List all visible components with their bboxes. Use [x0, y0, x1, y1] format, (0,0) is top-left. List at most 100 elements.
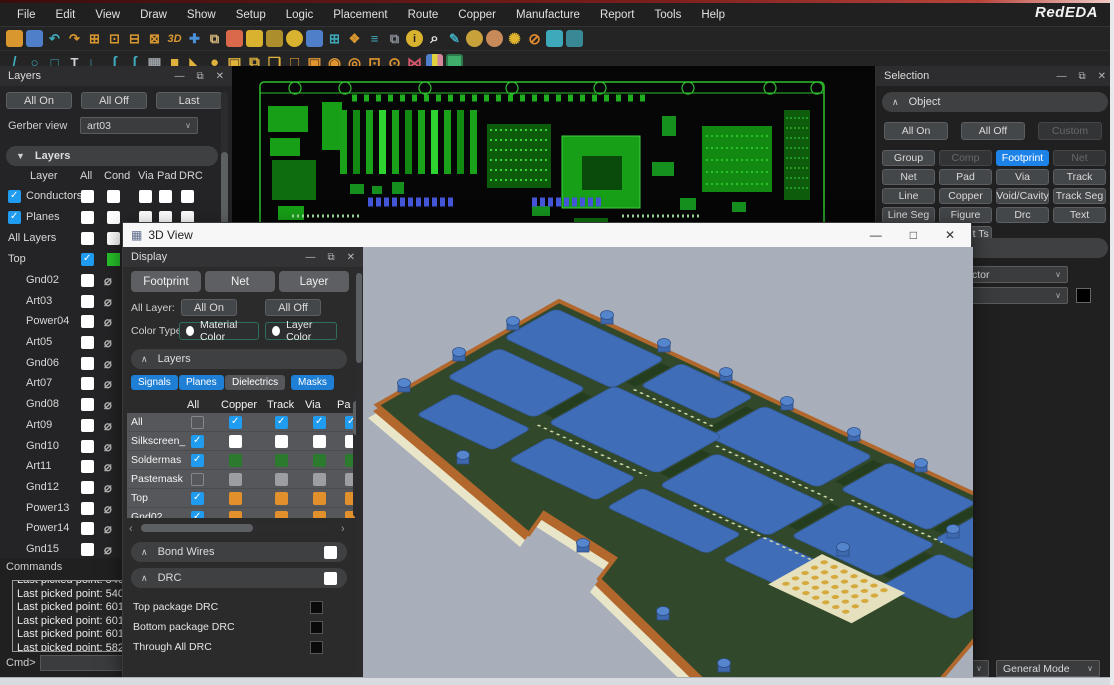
object-filter-button[interactable]: Track: [1053, 169, 1106, 185]
material-color-radio[interactable]: Material Color: [179, 322, 259, 340]
chip-dielectrics[interactable]: Dielectrics: [225, 375, 285, 390]
float-icon[interactable]: ⧉: [196, 71, 203, 82]
via-cell[interactable]: [313, 511, 326, 519]
mode-dropdown[interactable]: General Mode ∨: [996, 660, 1100, 677]
layer-enable-checkbox[interactable]: [191, 454, 204, 467]
close-icon[interactable]: ✕: [1098, 71, 1106, 82]
stack-icon[interactable]: [286, 30, 303, 47]
object-filter-button[interactable]: Text: [1053, 207, 1106, 223]
layer-checkbox[interactable]: [81, 543, 94, 556]
display-pane-titlebar[interactable]: Display — ⧉ ✕: [123, 247, 363, 267]
layer-checkbox[interactable]: [81, 522, 94, 535]
menu-item[interactable]: Manufacture: [507, 6, 589, 24]
chip-signals[interactable]: Signals: [131, 375, 178, 390]
track-cell[interactable]: [275, 511, 288, 519]
info-icon[interactable]: i: [406, 30, 423, 47]
zoom-region-icon[interactable]: ⊡: [106, 30, 123, 47]
display-pane-scrollbar[interactable]: [356, 267, 362, 675]
layers-panel-titlebar[interactable]: Layers — ⧉ ✕: [0, 66, 232, 86]
search-icon[interactable]: ⌕: [426, 30, 443, 47]
top-layer-checkbox[interactable]: [81, 253, 94, 266]
layer-checkbox[interactable]: [81, 440, 94, 453]
layer-checkbox[interactable]: [81, 502, 94, 515]
drc-color-swatch[interactable]: [310, 641, 323, 654]
planes-checkbox[interactable]: [8, 211, 21, 224]
object-filter-button[interactable]: Line: [882, 188, 935, 204]
visibility-hidden-icon[interactable]: ⌀: [104, 397, 112, 413]
visibility-hidden-icon[interactable]: ⌀: [104, 294, 112, 310]
visibility-hidden-icon[interactable]: ⌀: [104, 459, 112, 475]
layer-checkbox[interactable]: [81, 481, 94, 494]
via-cell[interactable]: [313, 416, 326, 429]
tab-net[interactable]: Net: [205, 271, 275, 292]
palette-icon[interactable]: ❖: [346, 30, 363, 47]
float-icon[interactable]: ⧉: [327, 252, 334, 263]
visibility-hidden-icon[interactable]: ⌀: [104, 501, 112, 517]
menu-item[interactable]: Help: [692, 6, 734, 24]
via-cell[interactable]: [313, 473, 326, 486]
visibility-hidden-icon[interactable]: ⌀: [104, 356, 112, 372]
visibility-hidden-icon[interactable]: ⌀: [104, 480, 112, 496]
menu-item[interactable]: File: [8, 6, 45, 24]
menu-item[interactable]: Report: [591, 6, 644, 24]
flow-export-icon[interactable]: [546, 30, 563, 47]
chip-planes[interactable]: Planes: [179, 375, 224, 390]
object-filter-button[interactable]: Comp: [939, 150, 992, 166]
menu-item[interactable]: Route: [399, 6, 448, 24]
track-cell[interactable]: [275, 416, 288, 429]
close-icon[interactable]: ✕: [945, 228, 955, 242]
visibility-hidden-icon[interactable]: ⌀: [104, 314, 112, 330]
copper-cell[interactable]: [229, 454, 242, 467]
layer-checkbox[interactable]: [81, 357, 94, 370]
layer-checkbox[interactable]: [81, 377, 94, 390]
object-filter-button[interactable]: Track Seg: [1053, 188, 1106, 204]
layers-all-on-button[interactable]: All On: [6, 92, 72, 109]
zoom-selected-icon[interactable]: ⊠: [146, 30, 163, 47]
visibility-hidden-icon[interactable]: ⌀: [104, 418, 112, 434]
object-filter-button[interactable]: Footprint: [996, 150, 1049, 166]
minimize-icon[interactable]: —: [305, 252, 315, 263]
redo-icon[interactable]: ↷: [66, 30, 83, 47]
tab-layer[interactable]: Layer: [279, 271, 349, 292]
zoom-window-icon[interactable]: ⊟: [126, 30, 143, 47]
open-file-icon[interactable]: [6, 30, 23, 47]
layer-enable-checkbox[interactable]: [191, 435, 204, 448]
bond-wires-section-header[interactable]: ∧ Bond Wires: [131, 542, 347, 562]
gear-icon[interactable]: ✺: [506, 30, 523, 47]
3d-viewport[interactable]: [363, 247, 973, 677]
selection-panel-titlebar[interactable]: Selection — ⧉ ✕: [876, 66, 1114, 86]
track-cell[interactable]: [275, 454, 288, 467]
object-filter-button[interactable]: Figure: [939, 207, 992, 223]
track-cell[interactable]: [275, 473, 288, 486]
object-filter-button[interactable]: Copper: [939, 188, 992, 204]
gerber-view-dropdown[interactable]: art03 ∨: [80, 117, 198, 134]
copper-cell[interactable]: [229, 473, 242, 486]
display-all-off-button[interactable]: All Off: [265, 299, 321, 316]
hand-icon[interactable]: [486, 30, 503, 47]
selection-all-on-button[interactable]: All On: [884, 122, 948, 140]
layer-enable-checkbox[interactable]: [191, 511, 204, 519]
close-icon[interactable]: ✕: [347, 252, 355, 263]
menu-item[interactable]: Logic: [277, 6, 323, 24]
layer-checkbox[interactable]: [81, 419, 94, 432]
layer-enable-checkbox[interactable]: [191, 473, 204, 486]
minimize-icon[interactable]: —: [870, 228, 882, 242]
drc-section-header[interactable]: ∧ DRC: [131, 568, 347, 588]
conductors-checkbox[interactable]: [8, 190, 21, 203]
3d-layers-section-header[interactable]: ∧ Layers: [131, 349, 347, 369]
visibility-hidden-icon[interactable]: ⌀: [104, 542, 112, 558]
layer-checkbox[interactable]: [81, 315, 94, 328]
undo-icon[interactable]: ↶: [46, 30, 63, 47]
visibility-hidden-icon[interactable]: ⌀: [104, 335, 112, 351]
layer-enable-checkbox[interactable]: [191, 492, 204, 505]
drc-checkbox[interactable]: [324, 572, 337, 585]
3d-view-icon[interactable]: 3D: [166, 30, 183, 47]
3d-view-titlebar[interactable]: ▦ 3D View — □ ✕: [123, 223, 971, 247]
ban-icon[interactable]: ⊘: [526, 30, 543, 47]
object-filter-button[interactable]: Void/Cavity: [996, 188, 1049, 204]
layers-section-header[interactable]: ▼ Layers: [6, 146, 218, 166]
track-cell[interactable]: [275, 492, 288, 505]
scroll-right-icon[interactable]: ›: [341, 523, 345, 535]
minimize-icon[interactable]: —: [1056, 71, 1066, 82]
menu-item[interactable]: Show: [178, 6, 225, 24]
